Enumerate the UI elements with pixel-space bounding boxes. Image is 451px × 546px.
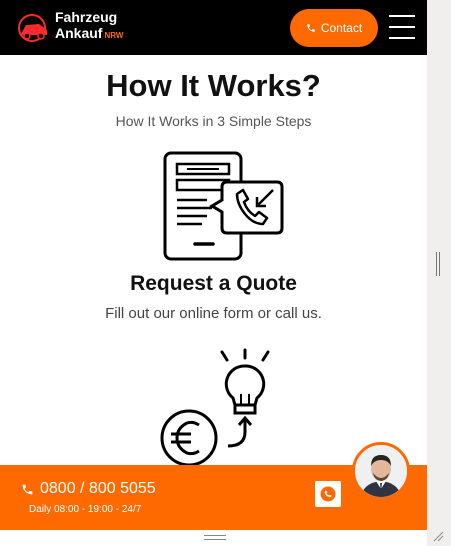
step-title: Request a Quote <box>130 272 297 295</box>
opening-hours: Daily 08:00 - 19:00 - 24/7 <box>29 504 142 515</box>
logo-line-1: Fahrzeug <box>55 9 118 25</box>
contact-label: Contact <box>320 21 363 35</box>
menu-icon[interactable] <box>389 13 415 41</box>
logo[interactable]: Fahrzeug Ankauf NRW <box>17 9 147 47</box>
scrollbar-grip[interactable] <box>436 252 440 276</box>
phone-number: 0800 / 800 5055 <box>40 480 156 497</box>
logo-line-2: Ankauf <box>55 25 103 41</box>
phone-quote-icon <box>163 151 284 261</box>
whatsapp-button[interactable] <box>315 481 341 507</box>
contact-button[interactable]: Contact <box>290 9 378 47</box>
site-header: Fahrzeug Ankauf NRW Contact <box>0 0 427 55</box>
logo-suffix: NRW <box>104 31 124 40</box>
car-logo-icon <box>18 14 47 42</box>
phone-link[interactable]: 0800 / 800 5055 <box>21 480 156 498</box>
agent-avatar[interactable] <box>352 442 410 500</box>
section-subtitle: How It Works in 3 Simple Steps <box>115 113 312 129</box>
step-description: Fill out our online form or call us. <box>105 305 322 322</box>
lightbulb-euro-icon <box>160 348 270 467</box>
resize-grip-icon[interactable] <box>432 530 444 542</box>
page-viewport: Fahrzeug Ankauf NRW Contact How It Works?… <box>0 0 427 546</box>
avatar-image <box>355 445 407 497</box>
logo-text: Fahrzeug Ankauf NRW <box>55 9 123 44</box>
phone-icon <box>307 24 315 32</box>
bottom-drag-handle[interactable] <box>204 535 226 541</box>
section-title: How It Works? <box>106 68 321 103</box>
whatsapp-icon <box>320 486 336 502</box>
phone-icon <box>22 484 33 494</box>
